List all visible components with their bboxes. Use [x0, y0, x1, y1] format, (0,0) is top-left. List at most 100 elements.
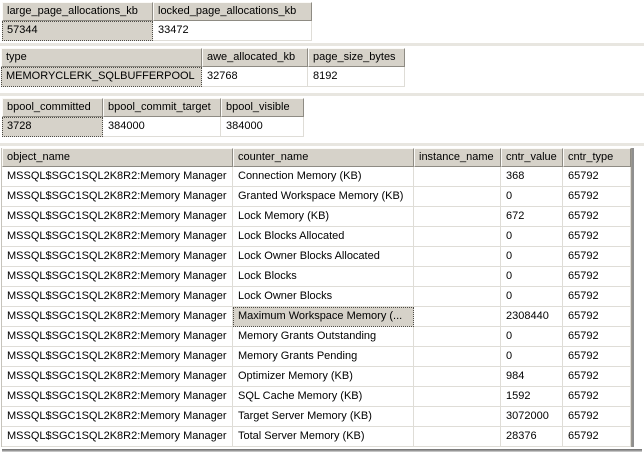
grid-row: MSSQL$SGC1SQL2K8R2:Memory Manager Target …	[2, 407, 631, 427]
column-header-bpool_committed[interactable]: bpool_committed	[2, 98, 103, 117]
grid-cell[interactable]	[414, 287, 501, 307]
grid-cell[interactable]	[414, 247, 501, 267]
grid-cell-selected[interactable]: 57344	[2, 21, 153, 41]
grid-cell[interactable]: 0	[501, 227, 563, 247]
grid-cell[interactable]: 0	[501, 247, 563, 267]
column-header-cntr_value[interactable]: cntr_value	[501, 148, 563, 167]
grid-cell[interactable]: MSSQL$SGC1SQL2K8R2:Memory Manager	[2, 427, 233, 447]
column-header-object_name[interactable]: object_name	[2, 148, 233, 167]
grid-cell[interactable]: 3072000	[501, 407, 563, 427]
grid-cell[interactable]: 984	[501, 367, 563, 387]
grid-cell-selected[interactable]: MEMORYCLERK_SQLBUFFERPOOL	[1, 67, 202, 87]
grid-cell[interactable]	[414, 187, 501, 207]
column-header-bpool_visible[interactable]: bpool_visible	[221, 98, 304, 117]
grid-row: MSSQL$SGC1SQL2K8R2:Memory Manager Maximum…	[2, 307, 631, 327]
grid-cell-selected[interactable]: 3728	[2, 117, 103, 137]
grid-row: MSSQL$SGC1SQL2K8R2:Memory Manager SQL Cac…	[2, 387, 631, 407]
grid-cell[interactable]: 65792	[563, 387, 631, 407]
grid-cell[interactable]: 65792	[563, 227, 631, 247]
grid-cell[interactable]	[414, 167, 501, 187]
grid-cell[interactable]: Lock Blocks	[233, 267, 414, 287]
grid-cell[interactable]: 672	[501, 207, 563, 227]
grid-cell[interactable]: 65792	[563, 267, 631, 287]
grid-cell[interactable]: MSSQL$SGC1SQL2K8R2:Memory Manager	[2, 327, 233, 347]
grid-cell[interactable]: 65792	[563, 327, 631, 347]
grid-cell-selected[interactable]: Maximum Workspace Memory (...	[233, 307, 414, 327]
grid-cell[interactable]: 65792	[563, 287, 631, 307]
grid-cell[interactable]: 384000	[221, 117, 304, 137]
grid-cell[interactable]: MSSQL$SGC1SQL2K8R2:Memory Manager	[2, 247, 233, 267]
grid-cell[interactable]	[414, 347, 501, 367]
grid-cell[interactable]	[414, 327, 501, 347]
grid-cell[interactable]	[414, 427, 501, 447]
grid-row: MSSQL$SGC1SQL2K8R2:Memory Manager Lock Ow…	[2, 287, 631, 307]
grid-cell[interactable]: Optimizer Memory (KB)	[233, 367, 414, 387]
grid-cell[interactable]: MSSQL$SGC1SQL2K8R2:Memory Manager	[2, 227, 233, 247]
grid-cell[interactable]: Lock Memory (KB)	[233, 207, 414, 227]
column-header-bpool_commit_target[interactable]: bpool_commit_target	[103, 98, 221, 117]
grid-cell[interactable]: 65792	[563, 187, 631, 207]
grid-cell[interactable]: Lock Owner Blocks Allocated	[233, 247, 414, 267]
grid-cell[interactable]: 368	[501, 167, 563, 187]
grid-cell[interactable]	[414, 307, 501, 327]
grid-cell[interactable]: 32768	[202, 67, 308, 87]
column-header-instance_name[interactable]: instance_name	[414, 148, 501, 167]
grid-cell[interactable]	[414, 207, 501, 227]
column-header-type[interactable]: type	[1, 48, 202, 67]
grid-cell[interactable]: 1592	[501, 387, 563, 407]
grid-cell[interactable]: 65792	[563, 247, 631, 267]
grid-cell[interactable]: 2308440	[501, 307, 563, 327]
column-header-awe_allocated_kb[interactable]: awe_allocated_kb	[202, 48, 308, 67]
grid-cell[interactable]: 65792	[563, 367, 631, 387]
grid-cell[interactable]: MSSQL$SGC1SQL2K8R2:Memory Manager	[2, 307, 233, 327]
grid-cell[interactable]: 65792	[563, 167, 631, 187]
grid-cell[interactable]: 65792	[563, 427, 631, 447]
grid-cell[interactable]: MSSQL$SGC1SQL2K8R2:Memory Manager	[2, 187, 233, 207]
grid-cell[interactable]: Memory Grants Outstanding	[233, 327, 414, 347]
grid-cell[interactable]: Lock Owner Blocks	[233, 287, 414, 307]
grid-row: 3728 384000 384000	[2, 117, 644, 137]
column-header-page_size_bytes[interactable]: page_size_bytes	[308, 48, 405, 67]
grid-cell[interactable]: 33472	[153, 21, 312, 41]
grid-cell[interactable]: Granted Workspace Memory (KB)	[233, 187, 414, 207]
grid-cell[interactable]: 8192	[308, 67, 405, 87]
grid-cell[interactable]: 0	[501, 187, 563, 207]
grid-row: MSSQL$SGC1SQL2K8R2:Memory Manager Total S…	[2, 427, 631, 447]
column-header-large_page_allocations_kb[interactable]: large_page_allocations_kb	[2, 2, 153, 21]
grid-cell[interactable]: 65792	[563, 407, 631, 427]
grid-cell[interactable]: MSSQL$SGC1SQL2K8R2:Memory Manager	[2, 347, 233, 367]
grid-cell[interactable]: MSSQL$SGC1SQL2K8R2:Memory Manager	[2, 267, 233, 287]
grid-cell[interactable]: MSSQL$SGC1SQL2K8R2:Memory Manager	[2, 367, 233, 387]
grid-cell[interactable]: 65792	[563, 307, 631, 327]
grid-cell[interactable]: 0	[501, 347, 563, 367]
grid-cell[interactable]: MSSQL$SGC1SQL2K8R2:Memory Manager	[2, 207, 233, 227]
grid-cell[interactable]	[414, 267, 501, 287]
grid-cell[interactable]: Connection Memory (KB)	[233, 167, 414, 187]
column-header-locked_page_allocations_kb[interactable]: locked_page_allocations_kb	[153, 2, 312, 21]
grid-header-row: object_name counter_name instance_name cntr…	[2, 148, 631, 167]
grid-cell[interactable]: 0	[501, 327, 563, 347]
grid-cell[interactable]: Lock Blocks Allocated	[233, 227, 414, 247]
grid-cell[interactable]: Memory Grants Pending	[233, 347, 414, 367]
grid-cell[interactable]: 0	[501, 287, 563, 307]
grid-cell[interactable]: 28376	[501, 427, 563, 447]
grid-cell[interactable]	[414, 387, 501, 407]
grid-header-row: type awe_allocated_kb page_size_bytes	[1, 48, 644, 67]
column-header-cntr_type[interactable]: cntr_type	[563, 148, 631, 167]
grid-cell[interactable]: 384000	[103, 117, 221, 137]
grid-cell[interactable]: SQL Cache Memory (KB)	[233, 387, 414, 407]
grid-cell[interactable]: MSSQL$SGC1SQL2K8R2:Memory Manager	[2, 407, 233, 427]
grid-cell[interactable]: 65792	[563, 347, 631, 367]
grid-cell[interactable]	[414, 407, 501, 427]
grid-cell[interactable]: Target Server Memory (KB)	[233, 407, 414, 427]
grid-cell[interactable]: 0	[501, 267, 563, 287]
grid-row: MSSQL$SGC1SQL2K8R2:Memory Manager Lock Me…	[2, 207, 631, 227]
column-header-counter_name[interactable]: counter_name	[233, 148, 414, 167]
grid-cell[interactable]: 65792	[563, 207, 631, 227]
grid-cell[interactable]	[414, 367, 501, 387]
grid-cell[interactable]: MSSQL$SGC1SQL2K8R2:Memory Manager	[2, 287, 233, 307]
grid-cell[interactable]	[414, 227, 501, 247]
grid-cell[interactable]: MSSQL$SGC1SQL2K8R2:Memory Manager	[2, 387, 233, 407]
grid-cell[interactable]: MSSQL$SGC1SQL2K8R2:Memory Manager	[2, 167, 233, 187]
grid-cell[interactable]: Total Server Memory (KB)	[233, 427, 414, 447]
